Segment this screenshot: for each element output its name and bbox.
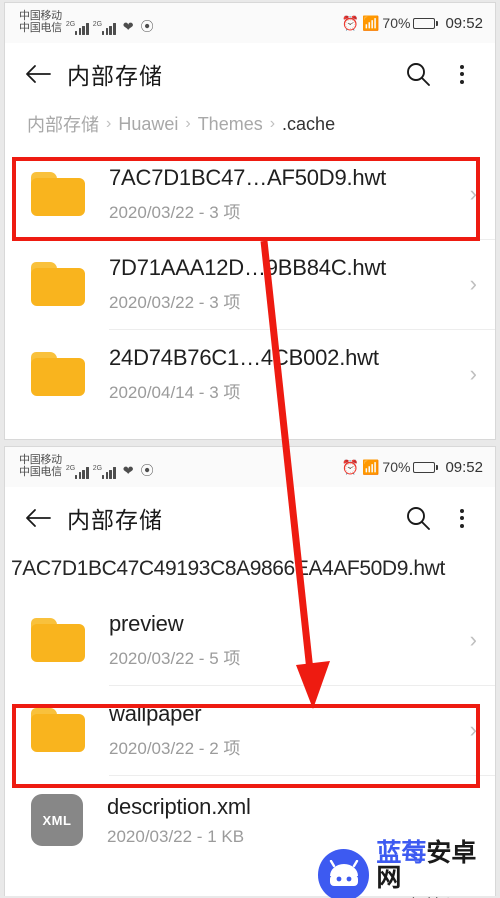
table-row[interactable]: 7D71AAA12D…9BB84C.hwt 2020/03/22 - 3 项 › (5, 239, 495, 329)
more-vertical-icon[interactable] (445, 57, 479, 91)
battery-percent: 70% (382, 15, 411, 31)
row-meta: 24D74B76C1…4CB002.hwt 2020/04/14 - 3 项 (109, 345, 464, 403)
search-icon[interactable] (401, 501, 435, 535)
app-bar-actions (401, 57, 479, 91)
wechat-icon: ⦿ (140, 18, 154, 34)
alarm-icon: ⏰ (341, 458, 359, 475)
page-title: 内部存储 (67, 507, 163, 533)
file-name: description.xml (107, 793, 251, 819)
status-bar-right: ⏰ 📶 70% 09:52 (342, 459, 483, 476)
file-subtitle: 2020/04/14 - 3 项 (109, 383, 241, 402)
breadcrumb-item-1[interactable]: Huawei (118, 114, 178, 135)
bluetooth-icon: 📶 (361, 458, 380, 475)
signal-bars-1 (74, 466, 89, 479)
signal-bars-1 (74, 22, 89, 35)
android-robot-icon (318, 849, 370, 898)
carrier-labels: 中国移动 中国电信 (19, 454, 62, 479)
breadcrumb-separator: › (106, 115, 112, 132)
battery-icon (413, 461, 439, 473)
alarm-icon: ⏰ (341, 14, 359, 31)
file-subtitle: 2020/03/22 - 5 项 (109, 649, 241, 668)
watermark-name-blue: 蓝莓 (376, 839, 427, 867)
carrier-labels: 中国移动 中国电信 (19, 10, 62, 35)
watermark-text: 蓝莓安卓网 www.lmkjst.com (376, 841, 500, 898)
network-type-label-1: 2G (65, 464, 76, 472)
back-arrow-icon[interactable] (21, 57, 55, 91)
table-row[interactable]: wallpaper 2020/03/22 - 2 项 › (5, 685, 495, 775)
phone-screenshot-bottom: 中国移动 中国电信 2G 2G ❤ ⦿ ⏰ 📶 70% 09:52 内部存储 7… (4, 446, 496, 896)
folder-icon (31, 172, 85, 216)
breadcrumb-separator: › (185, 115, 191, 132)
carrier-secondary: 中国电信 (19, 22, 62, 34)
folder-icon (31, 618, 85, 662)
battery-icon (413, 17, 439, 29)
site-watermark: 蓝莓安卓网 www.lmkjst.com (318, 841, 500, 898)
folder-icon (31, 262, 85, 306)
status-bar-left: 中国移动 中国电信 2G 2G ❤ ⦿ (19, 454, 154, 479)
chevron-right-icon: › (469, 271, 477, 296)
app-bar-bottom: 内部存储 (5, 487, 495, 549)
table-row[interactable]: 7AC7D1BC47…AF50D9.hwt 2020/03/22 - 3 项 › (5, 149, 495, 239)
breadcrumb-item-0[interactable]: 内部存储 (27, 111, 99, 137)
breadcrumb-item-2[interactable]: Themes (198, 114, 263, 135)
breadcrumb-item-3[interactable]: .cache (282, 114, 335, 135)
file-name: wallpaper (109, 701, 202, 726)
battery-percent: 70% (382, 459, 411, 475)
network-type-label-2: 2G (92, 20, 103, 28)
file-name: 7D71AAA12D…9BB84C.hwt (109, 255, 387, 280)
signal-indicator-1: 2G (65, 20, 89, 35)
folder-icon (31, 352, 85, 396)
signal-indicator-1: 2G (65, 464, 89, 479)
signal-indicator-2: 2G (92, 20, 116, 35)
heart-rate-icon: ❤ (122, 462, 134, 478)
row-meta: wallpaper 2020/03/22 - 2 项 (109, 701, 464, 759)
status-bar-right: ⏰ 📶 70% 09:52 (342, 15, 483, 32)
row-meta: 7AC7D1BC47…AF50D9.hwt 2020/03/22 - 3 项 (109, 165, 464, 223)
carrier-secondary: 中国电信 (19, 466, 62, 478)
screenshot-page: 中国移动 中国电信 2G 2G ❤ ⦿ ⏰ 📶 70% 09:52 内部存储 内… (0, 0, 500, 898)
file-name: 24D74B76C1…4CB002.hwt (109, 345, 379, 370)
wechat-icon: ⦿ (140, 462, 154, 478)
file-subtitle: 2020/03/22 - 3 项 (109, 293, 241, 312)
status-clock: 09:52 (445, 458, 483, 476)
table-row[interactable]: 24D74B76C1…4CB002.hwt 2020/04/14 - 3 项 › (5, 329, 495, 419)
chevron-right-icon: › (469, 627, 477, 652)
status-clock: 09:52 (445, 14, 483, 32)
status-bar-top: 中国移动 中国电信 2G 2G ❤ ⦿ ⏰ 📶 70% 09:52 (5, 3, 495, 43)
search-icon[interactable] (401, 57, 435, 91)
xml-file-icon: XML (31, 794, 83, 846)
folder-icon (31, 708, 85, 752)
chevron-right-icon: › (469, 361, 477, 386)
bluetooth-icon: 📶 (361, 14, 380, 31)
network-type-label-2: 2G (92, 464, 103, 472)
chevron-right-icon: › (469, 717, 477, 742)
signal-bars-2 (101, 22, 116, 35)
breadcrumb-separator: › (269, 115, 276, 132)
app-bar-actions (401, 501, 479, 535)
back-arrow-icon[interactable] (21, 501, 55, 535)
signal-bars-2 (101, 466, 116, 479)
current-path[interactable]: 7AC7D1BC47C49193C8A9866EA4AF50D9.hwt (5, 549, 495, 595)
phone-screenshot-top: 中国移动 中国电信 2G 2G ❤ ⦿ ⏰ 📶 70% 09:52 内部存储 内… (4, 2, 496, 440)
page-title: 内部存储 (67, 63, 163, 89)
file-subtitle: 2020/03/22 - 3 项 (109, 203, 241, 222)
row-meta: 7D71AAA12D…9BB84C.hwt 2020/03/22 - 3 项 (109, 255, 464, 313)
row-meta: preview 2020/03/22 - 5 项 (109, 611, 464, 669)
more-vertical-icon[interactable] (445, 501, 479, 535)
app-bar-top: 内部存储 (5, 43, 495, 105)
file-list-top: 7AC7D1BC47…AF50D9.hwt 2020/03/22 - 3 项 ›… (5, 149, 495, 419)
file-name: preview (109, 611, 184, 636)
status-bar-bottom: 中国移动 中国电信 2G 2G ❤ ⦿ ⏰ 📶 70% 09:52 (5, 447, 495, 487)
file-subtitle: 2020/03/22 - 2 项 (109, 739, 241, 758)
file-list-bottom: preview 2020/03/22 - 5 项 › wallpaper 202… (5, 595, 495, 865)
chevron-right-icon: › (469, 181, 477, 206)
signal-indicator-2: 2G (92, 464, 116, 479)
status-bar-left: 中国移动 中国电信 2G 2G ❤ ⦿ (19, 10, 154, 35)
network-type-label-1: 2G (65, 20, 76, 28)
table-row[interactable]: preview 2020/03/22 - 5 项 › (5, 595, 495, 685)
heart-rate-icon: ❤ (122, 18, 134, 34)
file-name: 7AC7D1BC47…AF50D9.hwt (109, 165, 387, 190)
breadcrumb: 内部存储 › Huawei › Themes › .cache (5, 105, 495, 149)
